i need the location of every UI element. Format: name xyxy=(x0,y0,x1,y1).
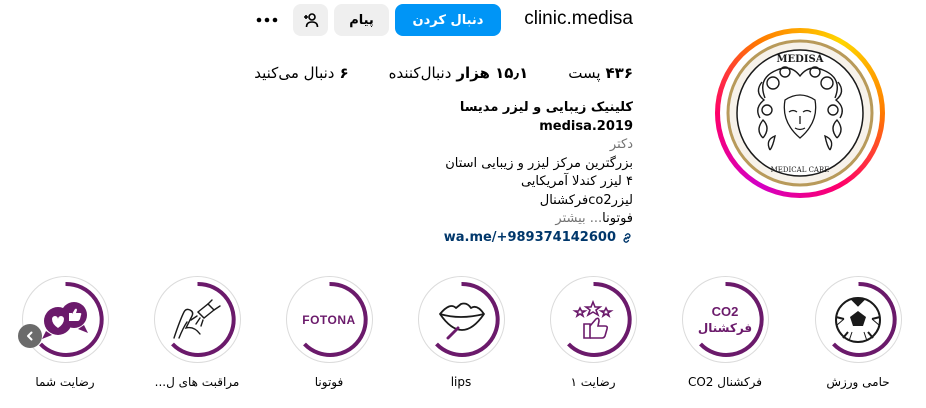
posts-count: ۴۳۶ پست xyxy=(568,64,633,86)
highlight-label: رضایت ۱ xyxy=(570,375,616,389)
highlight-cover: CO2 فرکشنال xyxy=(686,281,764,358)
co2-text: CO2 فرکشنال xyxy=(697,303,753,335)
bio-line: بزرگترین مرکز لیزر و زیبایی استان xyxy=(445,155,633,171)
highlight-label: حامی ورزش xyxy=(826,375,890,389)
category-label: دکتر xyxy=(609,137,633,152)
svg-text:MEDICAL CARE: MEDICAL CARE xyxy=(771,166,830,174)
follow-button[interactable]: دنبال کردن xyxy=(395,4,501,36)
username: clinic.medisa xyxy=(524,8,633,29)
profile-avatar[interactable]: MEDISA MEDICAL CARE xyxy=(715,28,885,198)
highlight-cover: FOTONA xyxy=(290,281,368,358)
message-button[interactable]: پیام xyxy=(334,4,389,36)
highlight-ring xyxy=(814,276,902,363)
highlight-cover xyxy=(26,281,104,358)
highlight-cover xyxy=(819,281,897,358)
posts-label: پست xyxy=(568,64,601,82)
profile-bio: کلینیک زیبایی و لیزر مدیسا medisa.2019 د… xyxy=(373,99,633,247)
bio-link[interactable]: wa.me/+989374142600 xyxy=(373,229,633,248)
avatar-image: MEDISA MEDICAL CARE xyxy=(720,33,880,193)
followers-count[interactable]: ۱۵٫۱ هزار دنبال‌کننده xyxy=(389,64,529,86)
highlight-ring: FOTONA xyxy=(285,276,373,363)
link-icon xyxy=(623,233,631,243)
more-link[interactable]: ... بیشتر xyxy=(555,211,602,226)
more-options-button[interactable] xyxy=(252,6,282,34)
fotona-text: FOTONA xyxy=(302,312,356,327)
highlight-satisfaction-1[interactable]: رضایت ۱ xyxy=(545,276,641,389)
highlight-ring: CO2 فرکشنال xyxy=(681,276,769,363)
laser-leg-icon xyxy=(173,298,221,339)
bio-link-text: wa.me/+989374142600 xyxy=(443,229,616,245)
highlight-laser-care[interactable]: مراقبت های ل... xyxy=(149,276,245,389)
scroll-left-button[interactable] xyxy=(18,324,42,348)
highlight-label: فوتونا xyxy=(314,375,344,389)
bio-line: ۴ لیزر کندلا آمریکایی xyxy=(520,174,633,189)
following-label: دنبال می‌کنید xyxy=(254,64,335,82)
followers-label: دنبال‌کننده xyxy=(388,64,452,82)
highlight-cover xyxy=(158,281,236,358)
profile-stats: ۴۳۶ پست ۱۵٫۱ هزار دنبال‌کننده ۶ دنبال می… xyxy=(254,64,633,86)
chevron-left-icon xyxy=(27,331,33,341)
highlight-label: lips xyxy=(450,375,472,389)
highlight-lips[interactable]: lips xyxy=(413,276,509,389)
highlight-cover xyxy=(422,281,500,358)
highlight-label: مراقبت های ل... xyxy=(154,375,240,389)
bio-line-text: فوتونا xyxy=(602,211,633,226)
stars-thumbs-up-icon xyxy=(572,299,614,339)
followers-number: ۱۵٫۱ هزار xyxy=(456,64,529,82)
bio-line: لیزرco2فرکشنال xyxy=(539,192,633,208)
highlight-fotona[interactable]: FOTONA فوتونا xyxy=(281,276,377,389)
medisa-logo-icon: MEDISA MEDICAL CARE xyxy=(726,39,874,187)
chat-likes-icon xyxy=(42,301,88,339)
soccer-ball-icon xyxy=(835,296,881,343)
highlight-cover xyxy=(554,281,632,358)
highlight-co2[interactable]: CO2 فرکشنال فرکشنال CO2 xyxy=(677,276,773,389)
full-name: کلینیک زیبایی و لیزر مدیسا medisa.2019 xyxy=(459,100,633,134)
highlight-label: رضایت شما xyxy=(35,375,95,389)
following-count[interactable]: ۶ دنبال می‌کنید xyxy=(254,64,348,86)
suggest-accounts-button[interactable] xyxy=(293,4,328,36)
highlight-label: فرکشنال CO2 xyxy=(687,375,763,389)
bio-line-last: فوتونا... بیشتر xyxy=(373,210,633,229)
highlight-ring xyxy=(21,276,109,363)
following-number: ۶ xyxy=(339,64,349,82)
person-add-icon xyxy=(303,13,318,28)
highlight-sport[interactable]: حامی ورزش xyxy=(810,276,906,389)
highlight-ring xyxy=(153,276,241,363)
lips-icon xyxy=(439,302,485,339)
more-dots-icon xyxy=(256,17,278,23)
highlight-ring xyxy=(549,276,637,363)
svg-text:MEDISA: MEDISA xyxy=(776,54,823,65)
posts-number: ۴۳۶ xyxy=(605,64,633,82)
highlight-ring xyxy=(417,276,505,363)
